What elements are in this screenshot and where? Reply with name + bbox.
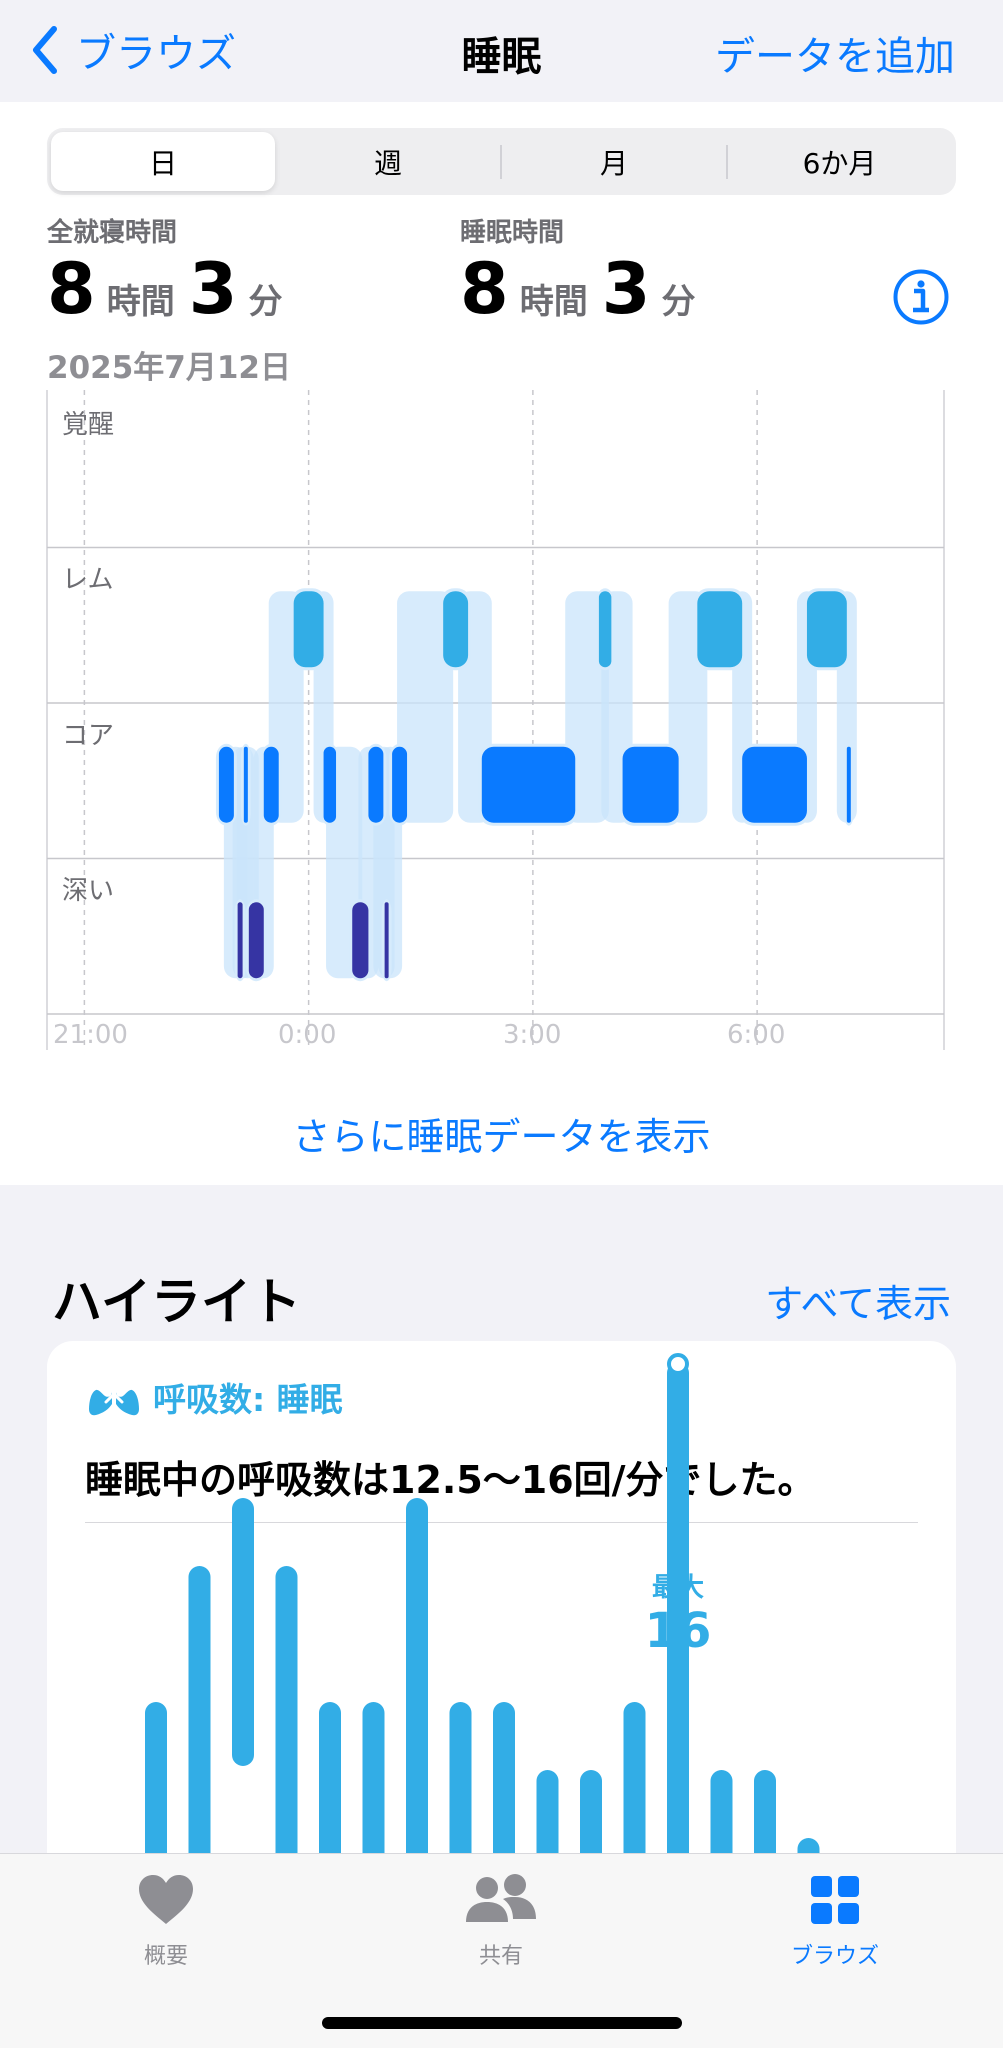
asleep-minutes: 3 [601, 248, 651, 330]
stage-label-rem: レム [62, 565, 114, 595]
stage-block [248, 902, 264, 979]
stage-block [846, 746, 851, 823]
add-data-button[interactable]: データを追加 [715, 24, 955, 82]
show-all-button[interactable]: すべて表示 [765, 1273, 951, 1328]
stage-block [323, 746, 337, 823]
stage-block [443, 591, 469, 668]
respiratory-range-bar [275, 1566, 298, 1902]
stage-block [622, 746, 679, 823]
max-marker [667, 1353, 689, 1375]
stage-block [237, 902, 243, 979]
navigation-bar: ブラウズ 睡眠 データを追加 [0, 0, 1003, 102]
sleep-stage-plot [46, 390, 945, 1050]
asleep-value: 8 時間 3 分 [460, 248, 709, 330]
x-tick-label: 3:00 [503, 1020, 562, 1050]
stage-block [598, 591, 612, 668]
segment-day[interactable]: 日 [51, 132, 275, 191]
in-bed-minutes: 3 [188, 248, 238, 330]
show-more-sleep-data-link[interactable]: さらに睡眠データを表示 [0, 1106, 1003, 1161]
x-tick-label: 21:00 [53, 1020, 128, 1050]
tab-sharing-label: 共有 [478, 1944, 523, 1969]
respiratory-range-bar [232, 1498, 254, 1766]
stage-block [263, 746, 279, 823]
stage-block [218, 746, 234, 823]
stage-block [352, 902, 369, 979]
sleep-stage-chart[interactable]: 覚醒 レム コア 深い 21:00 0:00 3:00 6:00 [0, 390, 1003, 1050]
stage-block [293, 591, 324, 668]
tab-sharing[interactable]: 共有 [401, 1872, 601, 1970]
tab-browse-label: ブラウズ [790, 1944, 879, 1969]
x-tick-label: 6:00 [727, 1020, 786, 1050]
highlights-title: ハイライト [52, 1273, 301, 1331]
stage-block [481, 746, 576, 823]
tab-browse[interactable]: ブラウズ [735, 1872, 935, 1970]
stage-block [392, 746, 408, 823]
asleep-label: 睡眠時間 [460, 218, 565, 248]
asleep-hours-unit: 時間 [519, 282, 588, 322]
segment-month[interactable]: 月 [501, 132, 727, 191]
asleep-minutes-unit: 分 [661, 282, 696, 322]
x-tick-label: 0:00 [278, 1020, 337, 1050]
in-bed-minutes-unit: 分 [248, 282, 283, 322]
asleep-hours: 8 [460, 248, 509, 330]
stage-label-deep: 深い [62, 876, 115, 906]
segment-six-months[interactable]: 6か月 [727, 132, 952, 191]
home-indicator [322, 2017, 682, 2029]
stage-block [697, 591, 743, 668]
stage-block [243, 746, 248, 823]
info-icon[interactable] [892, 268, 950, 326]
stage-block [806, 591, 847, 668]
people-icon [466, 1874, 536, 1922]
stage-label-awake: 覚醒 [62, 410, 115, 440]
stage-block [384, 902, 389, 979]
in-bed-hours-unit: 時間 [106, 282, 175, 322]
tab-summary[interactable]: 概要 [66, 1872, 266, 1970]
heart-icon [139, 1875, 193, 1924]
in-bed-label: 全就寝時間 [47, 218, 178, 248]
in-bed-value: 8 時間 3 分 [47, 248, 296, 330]
stage-block [742, 746, 807, 823]
segment-week[interactable]: 週 [275, 132, 501, 191]
stage-block [368, 746, 384, 823]
in-bed-hours: 8 [47, 248, 96, 330]
grid-icon [811, 1876, 859, 1924]
date-label: 2025年7月12日 [47, 350, 291, 386]
time-range-segmented-control: 日 週 月 6か月 [47, 128, 956, 195]
tab-summary-label: 概要 [143, 1944, 188, 1969]
stage-label-core: コア [62, 721, 115, 751]
